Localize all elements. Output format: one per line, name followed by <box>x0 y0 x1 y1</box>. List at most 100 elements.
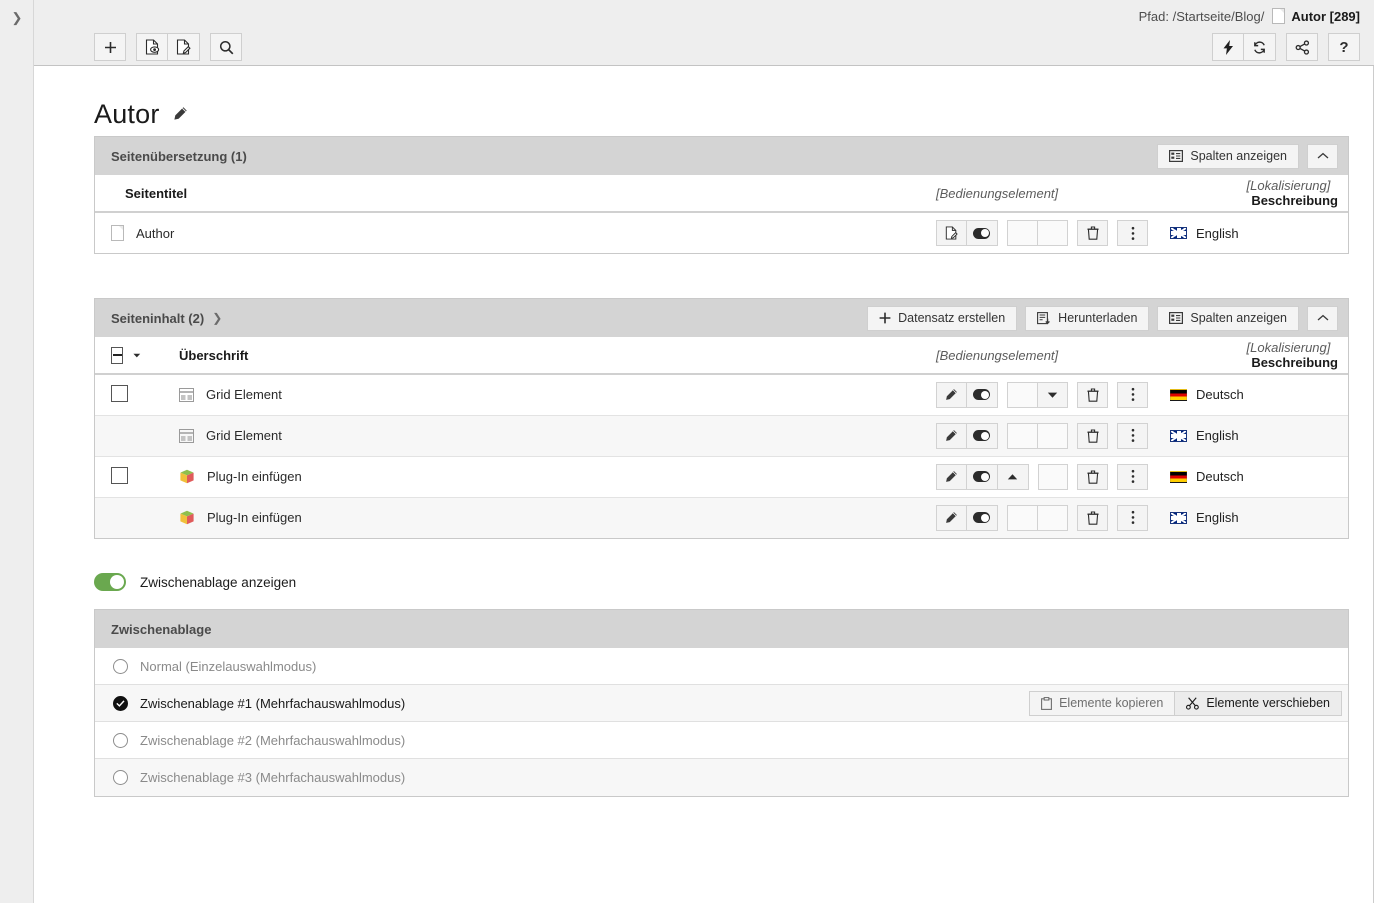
table-header-row: Seitentitel [Bedienungselement] [Lokalis… <box>95 175 1348 212</box>
radio-icon[interactable] <box>113 659 128 674</box>
clipboard-item-label: Zwischenablage #1 (Mehrfachauswahlmodus) <box>140 696 405 711</box>
help-button[interactable]: ? <box>1328 33 1360 61</box>
create-record-button[interactable]: Datensatz erstellen <box>867 306 1017 331</box>
collapse-panel-button-translations[interactable] <box>1307 144 1338 169</box>
more-options-button[interactable] <box>1117 382 1148 408</box>
trash-icon <box>1087 388 1099 402</box>
show-clipboard-toggle[interactable] <box>94 573 126 591</box>
column-header-loc-desc-content: [Lokalisierung] Beschreibung <box>1148 337 1348 374</box>
share-button[interactable] <box>1286 33 1318 61</box>
row-title-wrap: Grid Element <box>179 387 936 402</box>
more-options-button[interactable] <box>1117 505 1148 531</box>
show-columns-button-content[interactable]: Spalten anzeigen <box>1157 306 1299 331</box>
toolbar-button-row: ? <box>34 33 1374 61</box>
download-button[interactable]: Herunterladen <box>1025 306 1149 331</box>
row-language-cell: English <box>1148 497 1348 538</box>
download-label: Herunterladen <box>1058 311 1137 325</box>
page-content-panel-actions: Datensatz erstellen Herunterladen <box>867 306 1338 331</box>
clipboard-item-1[interactable]: Zwischenablage #1 (Mehrfachauswahlmodus)… <box>95 685 1348 722</box>
show-columns-button-translations[interactable]: Spalten anzeigen <box>1157 144 1299 169</box>
row-title-cell: Grid Element <box>141 415 936 456</box>
table-row[interactable]: Plug-In einfügen <box>95 497 1348 538</box>
row-checkbox-cell <box>95 374 141 415</box>
row-title-label: Plug-In einfügen <box>207 510 302 525</box>
delete-button[interactable] <box>1077 505 1108 531</box>
visibility-toggle-button[interactable] <box>967 464 998 490</box>
row-actions-cell <box>936 456 1148 497</box>
move-down-button[interactable] <box>1038 382 1069 408</box>
toolbar-gap-4 <box>1318 33 1328 61</box>
visibility-toggle-button[interactable] <box>967 505 998 531</box>
page-translation-panel-title: Seitenübersetzung (1) <box>111 149 247 164</box>
show-columns-label-translations: Spalten anzeigen <box>1190 149 1287 163</box>
cache-clear-button[interactable] <box>1212 33 1244 61</box>
table-row[interactable]: Grid Element <box>95 374 1348 415</box>
edit-button[interactable] <box>936 382 967 408</box>
row-actions-cell <box>936 212 1148 253</box>
move-up-button[interactable] <box>998 464 1029 490</box>
table-row[interactable]: Grid Element <box>95 415 1348 456</box>
clipboard-panel-title: Zwischenablage <box>111 622 211 637</box>
row-title-label: Author <box>136 226 174 241</box>
chevron-right-icon[interactable]: ❯ <box>212 311 222 325</box>
toolbar-left-group <box>94 33 242 61</box>
delete-button[interactable] <box>1077 423 1108 449</box>
radio-icon[interactable] <box>113 733 128 748</box>
edit-page-properties-button[interactable] <box>168 33 200 61</box>
view-webpage-button[interactable] <box>136 33 168 61</box>
columns-icon <box>1169 150 1183 162</box>
clipboard-item-2[interactable]: Zwischenablage #2 (Mehrfachauswahlmodus) <box>95 722 1348 759</box>
edit-page-button[interactable] <box>936 220 967 246</box>
action-slot-empty-1 <box>1007 382 1038 408</box>
row-title-cell: Grid Element <box>141 374 936 415</box>
question-mark-icon: ? <box>1339 39 1348 56</box>
more-options-button[interactable] <box>1117 464 1148 490</box>
reload-button[interactable] <box>1244 33 1276 61</box>
visibility-toggle-button[interactable] <box>967 423 998 449</box>
edit-button[interactable] <box>936 423 967 449</box>
visibility-toggle-button[interactable] <box>967 382 998 408</box>
pencil-icon[interactable] <box>172 106 188 122</box>
row-language-cell: Deutsch <box>1148 374 1348 415</box>
edit-button[interactable] <box>936 505 967 531</box>
delete-button[interactable] <box>1077 220 1108 246</box>
row-language-label: Deutsch <box>1196 387 1244 402</box>
row-language-label: Deutsch <box>1196 469 1244 484</box>
copy-elements-button[interactable]: Elemente kopieren <box>1029 691 1175 716</box>
row-checkbox[interactable] <box>111 385 128 402</box>
table-row[interactable]: Plug-In einfügen <box>95 456 1348 497</box>
row-checkbox[interactable] <box>111 467 128 484</box>
column-header-description: Beschreibung <box>1251 193 1348 208</box>
new-record-button[interactable] <box>94 33 126 61</box>
chevron-right-icon[interactable]: ❯ <box>9 10 25 26</box>
clipboard-item-3[interactable]: Zwischenablage #3 (Mehrfachauswahlmodus) <box>95 759 1348 796</box>
edit-button[interactable] <box>936 464 967 490</box>
chevron-up-icon <box>1317 314 1329 322</box>
page-translation-panel-header: Seitenübersetzung (1) Spalten anzeigen <box>95 137 1348 175</box>
select-all-checkbox[interactable] <box>111 347 123 364</box>
create-record-label: Datensatz erstellen <box>898 311 1005 325</box>
move-elements-button[interactable]: Elemente verschieben <box>1175 691 1342 716</box>
more-options-button[interactable] <box>1117 220 1148 246</box>
flag-de-icon <box>1170 389 1187 401</box>
clipboard-item-normal[interactable]: Normal (Einzelauswahlmodus) <box>95 648 1348 685</box>
radio-checked-icon[interactable] <box>113 696 128 711</box>
delete-button[interactable] <box>1077 464 1108 490</box>
radio-icon[interactable] <box>113 770 128 785</box>
visibility-toggle-button[interactable] <box>967 220 998 246</box>
delete-button[interactable] <box>1077 382 1108 408</box>
toolbar-right-group: ? <box>1212 33 1360 61</box>
kebab-menu-icon <box>1131 226 1135 241</box>
search-button[interactable] <box>210 33 242 61</box>
more-options-button[interactable] <box>1117 423 1148 449</box>
show-clipboard-label: Zwischenablage anzeigen <box>140 575 296 590</box>
collapse-panel-button-content[interactable] <box>1307 306 1338 331</box>
column-header-heading: Überschrift <box>141 337 936 374</box>
top-toolbar: Pfad: /Startseite/Blog/ Autor [289] <box>34 0 1374 66</box>
clipboard-panel-header: Zwischenablage <box>95 610 1348 648</box>
table-row[interactable]: Author <box>95 212 1348 253</box>
column-header-localization-content: [Lokalisierung] <box>1247 340 1331 355</box>
pencil-icon <box>944 429 958 443</box>
content-column: Pfad: /Startseite/Blog/ Autor [289] <box>34 0 1374 903</box>
page-title: Autor <box>94 99 160 130</box>
